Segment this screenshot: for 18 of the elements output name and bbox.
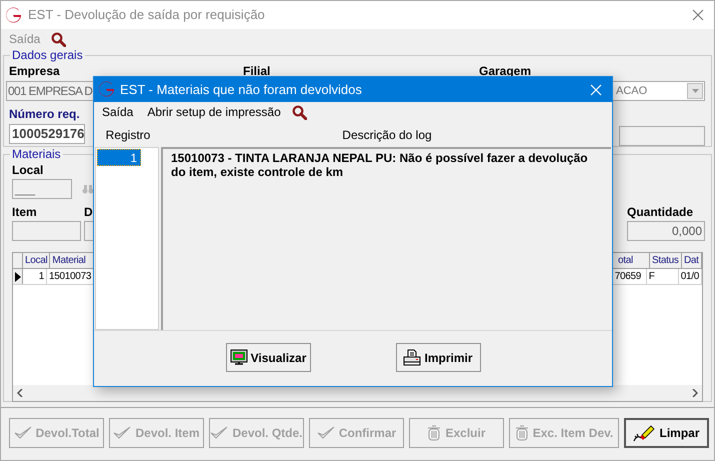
field-label: Quantidade (627, 204, 694, 221)
table-cell: 1 (23, 269, 47, 284)
table-cell: F (646, 269, 679, 284)
column-header: Descrição do log (341, 126, 433, 144)
log-text: 15010073 - TINTA LARANJA NEPAL PU: Não é possível fazer a devolução do item, existe controle de km (171, 151, 589, 179)
field-label: Local (12, 162, 44, 179)
field-label: D (84, 204, 93, 221)
field-label: Número req. (9, 106, 80, 123)
field-label: Item (12, 204, 37, 221)
table-cell: 01/0 (678, 269, 702, 284)
field-label: Filial (243, 63, 270, 80)
column-header: Registro (104, 126, 152, 144)
dialog-title: EST - Materiais que não foram devolvidos (120, 80, 362, 99)
group-label: Materiais (10, 147, 63, 161)
group-label: Dados gerais (10, 48, 85, 62)
field-label: Empresa (9, 63, 60, 80)
field-label: Garagem (479, 63, 532, 80)
window-title: EST - Devolução de saída por requisição (28, 6, 265, 24)
